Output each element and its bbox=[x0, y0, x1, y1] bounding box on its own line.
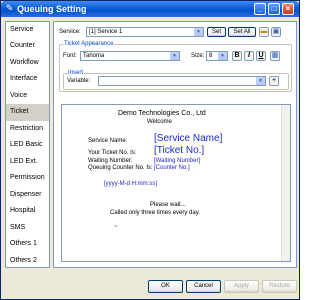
apply-button[interactable]: Apply bbox=[224, 280, 259, 293]
restore-button[interactable]: Restore bbox=[262, 280, 297, 293]
nav-item-dispenser[interactable]: Dispenser bbox=[6, 187, 49, 203]
variable-label: Variable: bbox=[67, 78, 91, 84]
nav-item-led-ext[interactable]: LED Ext. bbox=[6, 154, 49, 170]
editor-scrollbar[interactable] bbox=[281, 105, 290, 261]
company-text: Demo Technologies Co., Ltd bbox=[118, 110, 206, 117]
nav-item-permission[interactable]: Permission bbox=[6, 170, 49, 186]
queuing-counter-var: [Counter No.] bbox=[154, 165, 190, 171]
ticket-no-var: [Ticket No.] bbox=[154, 145, 205, 156]
save-icon[interactable]: ▣ bbox=[271, 27, 281, 37]
size-label: Size: bbox=[191, 53, 205, 59]
chevron-down-icon: ▼ bbox=[194, 28, 203, 36]
ticket-appearance-title: Ticket Appearance bbox=[63, 40, 115, 48]
title-bar[interactable]: ✎ Queuing Setting _ □ × bbox=[1, 1, 299, 17]
nav-item-voice[interactable]: Voice bbox=[6, 88, 49, 104]
datetime-var: [yyyy-M-d H:mm:ss] bbox=[104, 181, 157, 187]
chevron-down-icon: ▼ bbox=[170, 52, 179, 60]
welcome-text: Welcome bbox=[147, 119, 172, 125]
font-label: Font: bbox=[63, 53, 77, 59]
open-folder-icon[interactable]: ▬ bbox=[259, 27, 269, 37]
image-icon[interactable]: ▦ bbox=[270, 51, 280, 61]
please-wait-text: Please wait... bbox=[150, 202, 186, 208]
size-select[interactable]: 8 ▼ bbox=[206, 51, 228, 61]
nav-item-restriction[interactable]: Restriction bbox=[6, 121, 49, 137]
tilde-text: ~ bbox=[114, 224, 118, 230]
maximize-button[interactable]: □ bbox=[268, 3, 280, 15]
service-select-value: [1] Service 1 bbox=[89, 29, 123, 35]
window-title: Queuing Setting bbox=[17, 4, 87, 14]
cancel-button[interactable]: Cancel bbox=[186, 280, 221, 293]
called-only-text: Called only three times every day. bbox=[110, 210, 200, 216]
nav-item-led-basic[interactable]: LED Basic bbox=[6, 137, 49, 153]
set-button[interactable]: Set bbox=[207, 27, 226, 37]
nav-item-interface[interactable]: Interface bbox=[6, 71, 49, 87]
font-select[interactable]: Tahoma ▼ bbox=[80, 51, 180, 61]
nav-item-ticket[interactable]: Ticket bbox=[6, 104, 49, 121]
chevron-down-icon: ▼ bbox=[256, 77, 265, 85]
nav-item-others-2[interactable]: Others 2 bbox=[6, 253, 49, 269]
settings-nav: Service Counter Workflow Interface Voice… bbox=[5, 21, 50, 268]
service-name-var: [Service Name] bbox=[154, 133, 223, 144]
italic-button[interactable]: I bbox=[244, 51, 254, 61]
nav-item-counter[interactable]: Counter bbox=[6, 38, 49, 54]
minimize-button[interactable]: _ bbox=[254, 3, 266, 15]
service-select[interactable]: [1] Service 1 ▼ bbox=[86, 27, 204, 37]
service-name-label: Service Name: bbox=[88, 138, 128, 144]
chevron-down-icon: ▼ bbox=[218, 52, 227, 60]
ticket-no-label: Your Ticket No. Is: bbox=[88, 150, 137, 156]
nav-item-hospital[interactable]: Hospital bbox=[6, 203, 49, 219]
set-all-button[interactable]: Set All bbox=[228, 27, 256, 37]
queuing-setting-window: ✎ Queuing Setting _ □ × Service Counter … bbox=[0, 0, 300, 300]
ok-button[interactable]: OK bbox=[148, 280, 183, 293]
nav-item-service[interactable]: Service bbox=[6, 22, 49, 38]
service-label: Service: bbox=[59, 29, 81, 35]
variable-select[interactable]: ▼ bbox=[98, 76, 266, 86]
underline-button[interactable]: U bbox=[256, 51, 266, 61]
queuing-counter-label: Queuing Counter No. Is: bbox=[88, 165, 153, 171]
nav-item-others-1[interactable]: Others 1 bbox=[6, 236, 49, 252]
nav-item-sms[interactable]: SMS bbox=[6, 220, 49, 236]
insert-title: Insert bbox=[67, 69, 85, 77]
insert-variable-button[interactable]: + bbox=[269, 76, 279, 86]
ticket-editor[interactable]: Demo Technologies Co., Ltd Welcome Servi… bbox=[61, 104, 291, 262]
app-icon: ✎ bbox=[5, 3, 14, 13]
font-select-value: Tahoma bbox=[83, 53, 105, 59]
ticket-settings-panel: Service: [1] Service 1 ▼ Set Set All ▬ ▣… bbox=[53, 21, 297, 268]
size-select-value: 8 bbox=[209, 53, 213, 59]
close-button[interactable]: × bbox=[282, 3, 294, 15]
nav-item-workflow[interactable]: Workflow bbox=[6, 55, 49, 71]
bold-button[interactable]: B bbox=[232, 51, 242, 61]
